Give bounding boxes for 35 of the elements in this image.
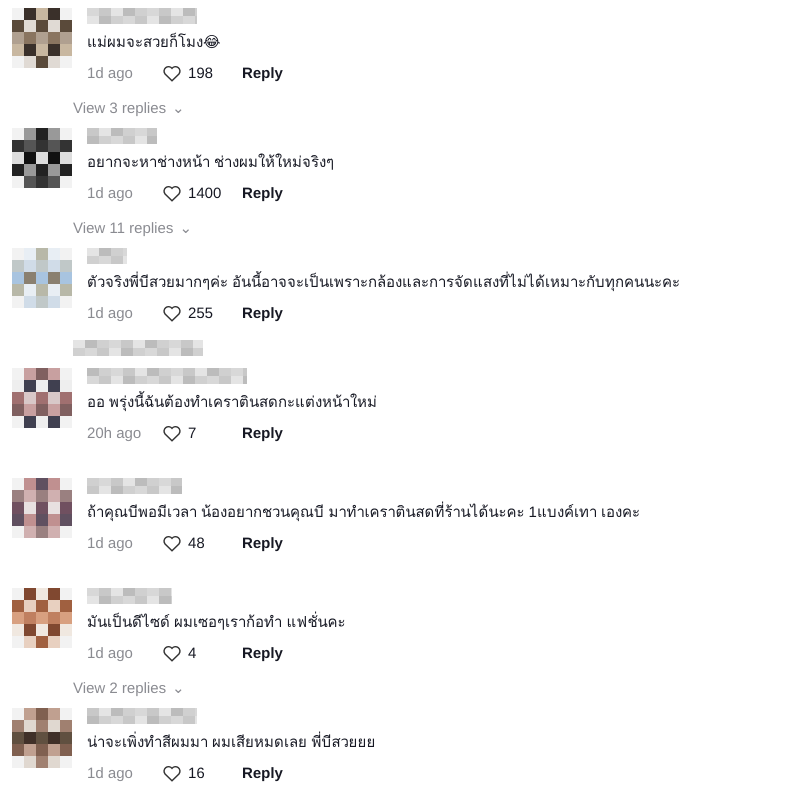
like-count: 16: [188, 764, 205, 782]
reply-button[interactable]: Reply: [242, 64, 283, 82]
comment-text: น่าจะเพิ่งทำสีผมมา ผมเสียหมดเลย พี่บีสวยยย: [87, 732, 800, 754]
reply-button[interactable]: Reply: [242, 644, 283, 662]
heart-icon[interactable]: [162, 184, 182, 202]
reply-button[interactable]: Reply: [242, 534, 283, 552]
heart-icon[interactable]: [162, 304, 182, 322]
reply-button[interactable]: Reply: [242, 184, 283, 202]
comment-time: 20h ago: [87, 424, 142, 442]
comment-text: แม่ผมจะสวยก็โมง😂: [87, 32, 222, 53]
like-count: 198: [188, 64, 214, 82]
like-count: 1400: [188, 184, 222, 202]
comment-time: 1d ago: [87, 764, 134, 782]
reply-button[interactable]: Reply: [242, 304, 283, 322]
heart-icon[interactable]: [162, 644, 182, 662]
reply-button[interactable]: Reply: [242, 764, 283, 782]
reply-button[interactable]: Reply: [242, 424, 283, 442]
comment-text: อยากจะหาช่างหน้า ช่างผมให้ใหม่จริงๆ: [87, 152, 336, 173]
like-count: 7: [188, 424, 196, 442]
like-count: 4: [188, 644, 196, 662]
comment-time: 1d ago: [87, 644, 134, 662]
comment-text: ออ พรุ่งนี้ฉันต้องทำเคราตินสดกะแต่งหน้าใหม่: [87, 392, 800, 414]
heart-icon[interactable]: [162, 424, 182, 442]
comment-time: 1d ago: [87, 64, 134, 82]
heart-icon[interactable]: [162, 534, 182, 552]
comment-text: มันเป็นดีไซด์ ผมเซอๆเราก้อทำ แฟชั่นคะ: [87, 612, 800, 634]
comment-text: ตัวจริงพี่บีสวยมากๆค่ะ อันนี้อาจจะเป็นเพราะกล้องและการจัดแสงที่ไม่ได้เหมาะกับทุกคนนะคะ: [87, 272, 800, 294]
comment-time: 1d ago: [87, 534, 134, 552]
heart-icon[interactable]: [162, 764, 182, 782]
comment-text: ถ้าคุณบีพอมีเวลา น้องอยากชวนคุณบี มาทำเคราตินสดที่ร้านได้นะคะ 1แบงค์เทา เองคะ: [87, 502, 800, 524]
comment-time: 1d ago: [87, 304, 134, 322]
heart-icon[interactable]: [162, 64, 182, 82]
comment-time: 1d ago: [87, 184, 134, 202]
like-count: 48: [188, 534, 205, 552]
like-count: 255: [188, 304, 214, 322]
